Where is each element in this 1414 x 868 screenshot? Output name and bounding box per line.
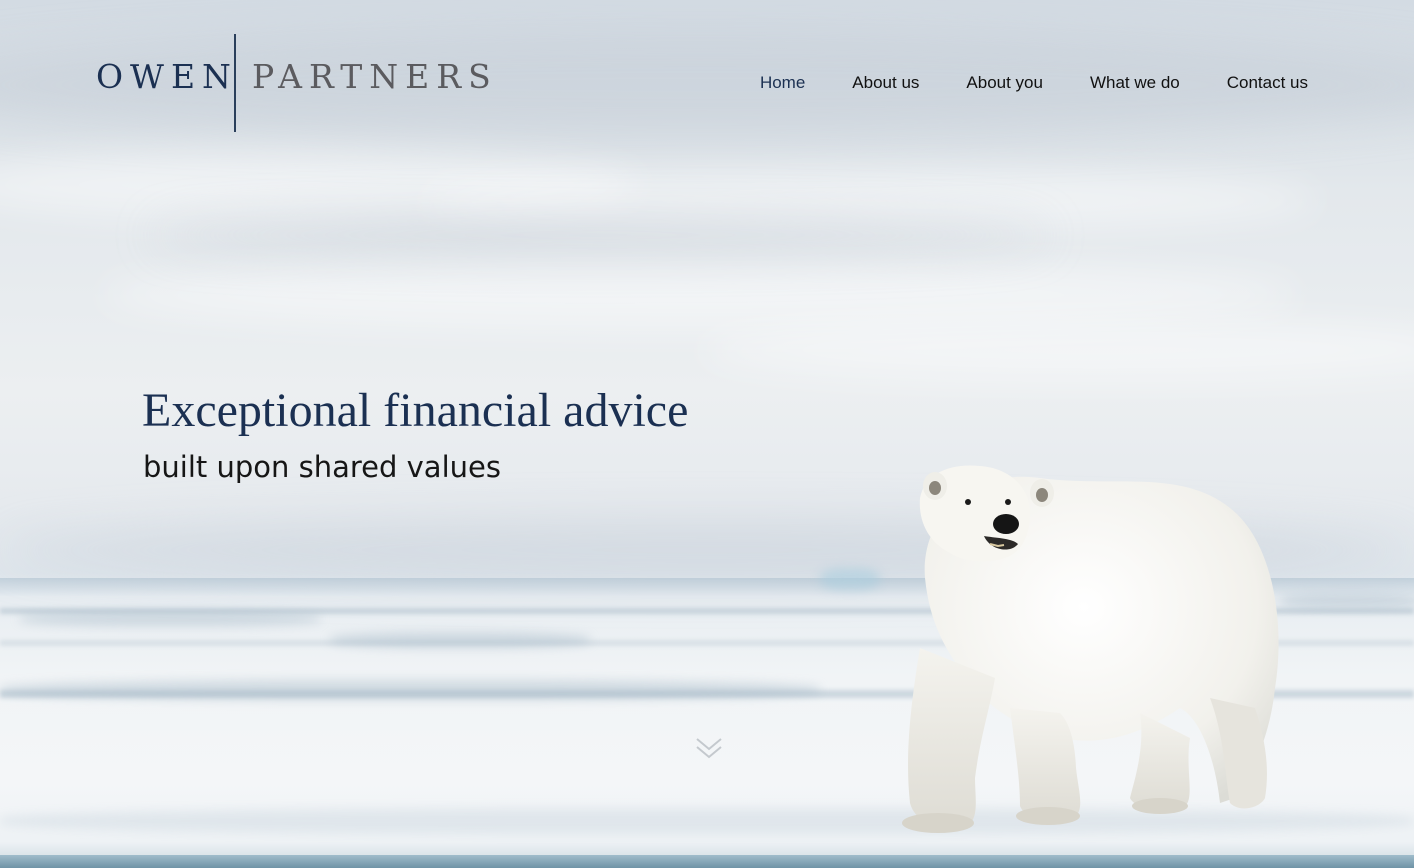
nav-item-what-we-do[interactable]: What we do — [1090, 72, 1180, 94]
logo-partners-text: PARTNERS — [252, 57, 498, 96]
nav-item-about-you[interactable]: About you — [966, 72, 1043, 94]
double-chevron-down-icon[interactable] — [694, 734, 724, 764]
hero-subheadline: built upon shared values — [143, 450, 501, 484]
sky-cloud-shadow — [150, 215, 1050, 255]
main-nav: Home About us About you What we do Conta… — [760, 72, 1308, 94]
water-edge — [0, 855, 1414, 868]
nav-item-about-us[interactable]: About us — [852, 72, 919, 94]
ice-shadow — [20, 612, 320, 626]
ice-shadow — [330, 632, 590, 648]
hero-headline: Exceptional financial advice — [142, 384, 689, 437]
ice-shadow — [1280, 594, 1414, 608]
logo-owen-text: OWEN — [96, 57, 238, 96]
ice-shadow — [0, 680, 820, 700]
ice-shadow — [820, 568, 880, 590]
logo-divider — [234, 34, 236, 132]
nav-item-contact-us[interactable]: Contact us — [1227, 72, 1308, 94]
polar-bear-image — [902, 465, 1279, 833]
nav-item-home[interactable]: Home — [760, 72, 805, 94]
sky-cloud — [700, 320, 1414, 380]
